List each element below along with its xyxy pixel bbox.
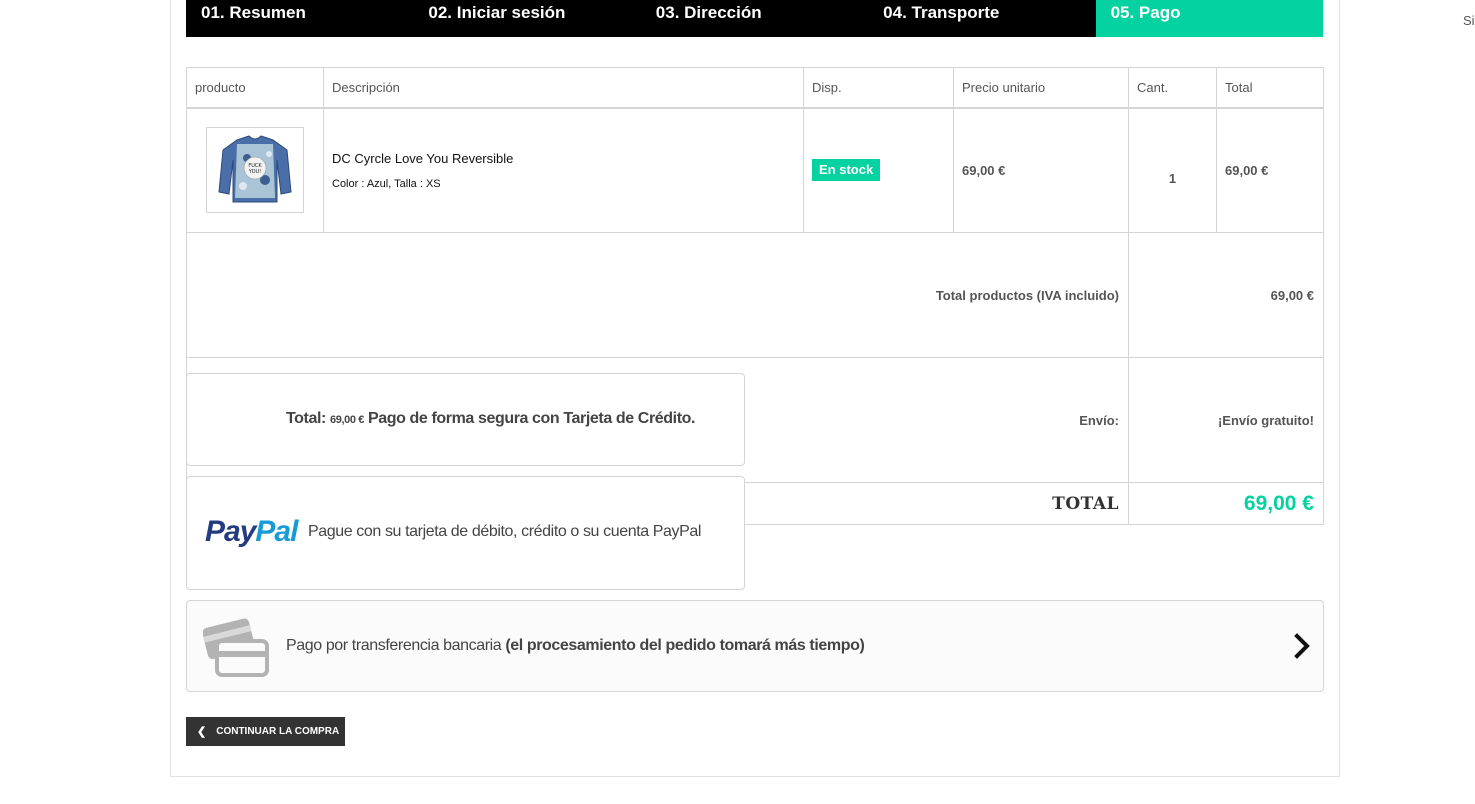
- products-total-value: 69,00 €: [1128, 232, 1324, 358]
- col-total: Total: [1216, 67, 1324, 109]
- card-total-amount: 69,00 €: [330, 414, 364, 426]
- line-total: 69,00 €: [1216, 107, 1324, 233]
- stock-badge: En stock: [812, 159, 881, 182]
- product-description-cell: DC Cyrcle Love You Reversible Color : Az…: [323, 107, 804, 233]
- step-payment: 05. Pago: [1095, 0, 1323, 37]
- unit-price: 69,00 €: [953, 107, 1129, 233]
- bank-transfer-text: Pago por transferencia bancaria (el proc…: [286, 637, 865, 655]
- col-product: producto: [186, 67, 324, 109]
- continue-shopping-label: CONTINUAR LA COMPRA: [216, 726, 340, 737]
- credit-card-payment-text: Total: 69,00 € Pago de forma segura con …: [286, 410, 695, 428]
- col-availability: Disp.: [803, 67, 954, 109]
- table-header-row: producto Descripción Disp. Precio unitar…: [186, 67, 1324, 109]
- products-total-label: Total productos (IVA incluido): [186, 232, 1129, 358]
- continue-shopping-button[interactable]: ❮ CONTINUAR LA COMPRA: [186, 717, 345, 746]
- bank-transfer-note: (el procesamiento del pedido tomará más …: [505, 637, 865, 654]
- products-total-row: Total productos (IVA incluido) 69,00 €: [186, 232, 1324, 358]
- checkout-steps: 01. Resumen 02. Iniciar sesión 03. Direc…: [186, 0, 1323, 37]
- paypal-payment-option[interactable]: PayPal Pague con su tarjeta de débito, c…: [186, 476, 745, 590]
- paypal-logo: PayPal: [205, 515, 298, 549]
- paypal-logo-part2: Pal: [255, 515, 298, 548]
- shipping-value: ¡Envío gratuito!: [1128, 357, 1324, 483]
- col-description: Descripción: [323, 67, 804, 109]
- card-total-prefix: Total:: [286, 410, 326, 427]
- product-image[interactable]: FUCK YOU!: [206, 127, 304, 214]
- credit-card-icon: [203, 618, 269, 677]
- grand-total-value: 69,00 €: [1128, 482, 1324, 525]
- sweatshirt-print-line2: YOU!: [248, 169, 261, 175]
- bank-transfer-payment-option[interactable]: Pago por transferencia bancaria (el proc…: [186, 600, 1324, 692]
- col-quantity: Cant.: [1128, 67, 1217, 109]
- chevron-left-icon: ❮: [197, 726, 207, 738]
- step-summary[interactable]: 01. Resumen: [186, 0, 413, 37]
- card-payment-label: Pago de forma segura con Tarjeta de Créd…: [367, 410, 696, 427]
- col-unit-price: Precio unitario: [953, 67, 1129, 109]
- step-address[interactable]: 03. Dirección: [641, 0, 868, 37]
- paypal-payment-label: Pague con su tarjeta de débito, crédito …: [308, 523, 702, 540]
- chevron-right-icon[interactable]: [1292, 633, 1312, 659]
- sweatshirt-icon: FUCK YOU!: [218, 135, 292, 203]
- product-name[interactable]: DC Cyrcle Love You Reversible: [332, 151, 803, 166]
- step-shipping[interactable]: 04. Transporte: [868, 0, 1095, 37]
- table-row: FUCK YOU! DC Cyrcle Love You Reversible …: [186, 107, 1324, 233]
- availability-cell: En stock: [803, 107, 954, 233]
- credit-card-payment-option[interactable]: Total: 69,00 € Pago de forma segura con …: [186, 373, 745, 466]
- step-login[interactable]: 02. Iniciar sesión: [413, 0, 640, 37]
- bank-transfer-label: Pago por transferencia bancaria: [286, 637, 502, 654]
- product-attributes: Color : Azul, Talla : XS: [332, 177, 441, 190]
- quantity-value: 1: [1128, 107, 1217, 233]
- side-text: Si: [1463, 13, 1475, 28]
- paypal-logo-part1: Pay: [205, 515, 256, 548]
- product-image-cell: FUCK YOU!: [186, 107, 324, 233]
